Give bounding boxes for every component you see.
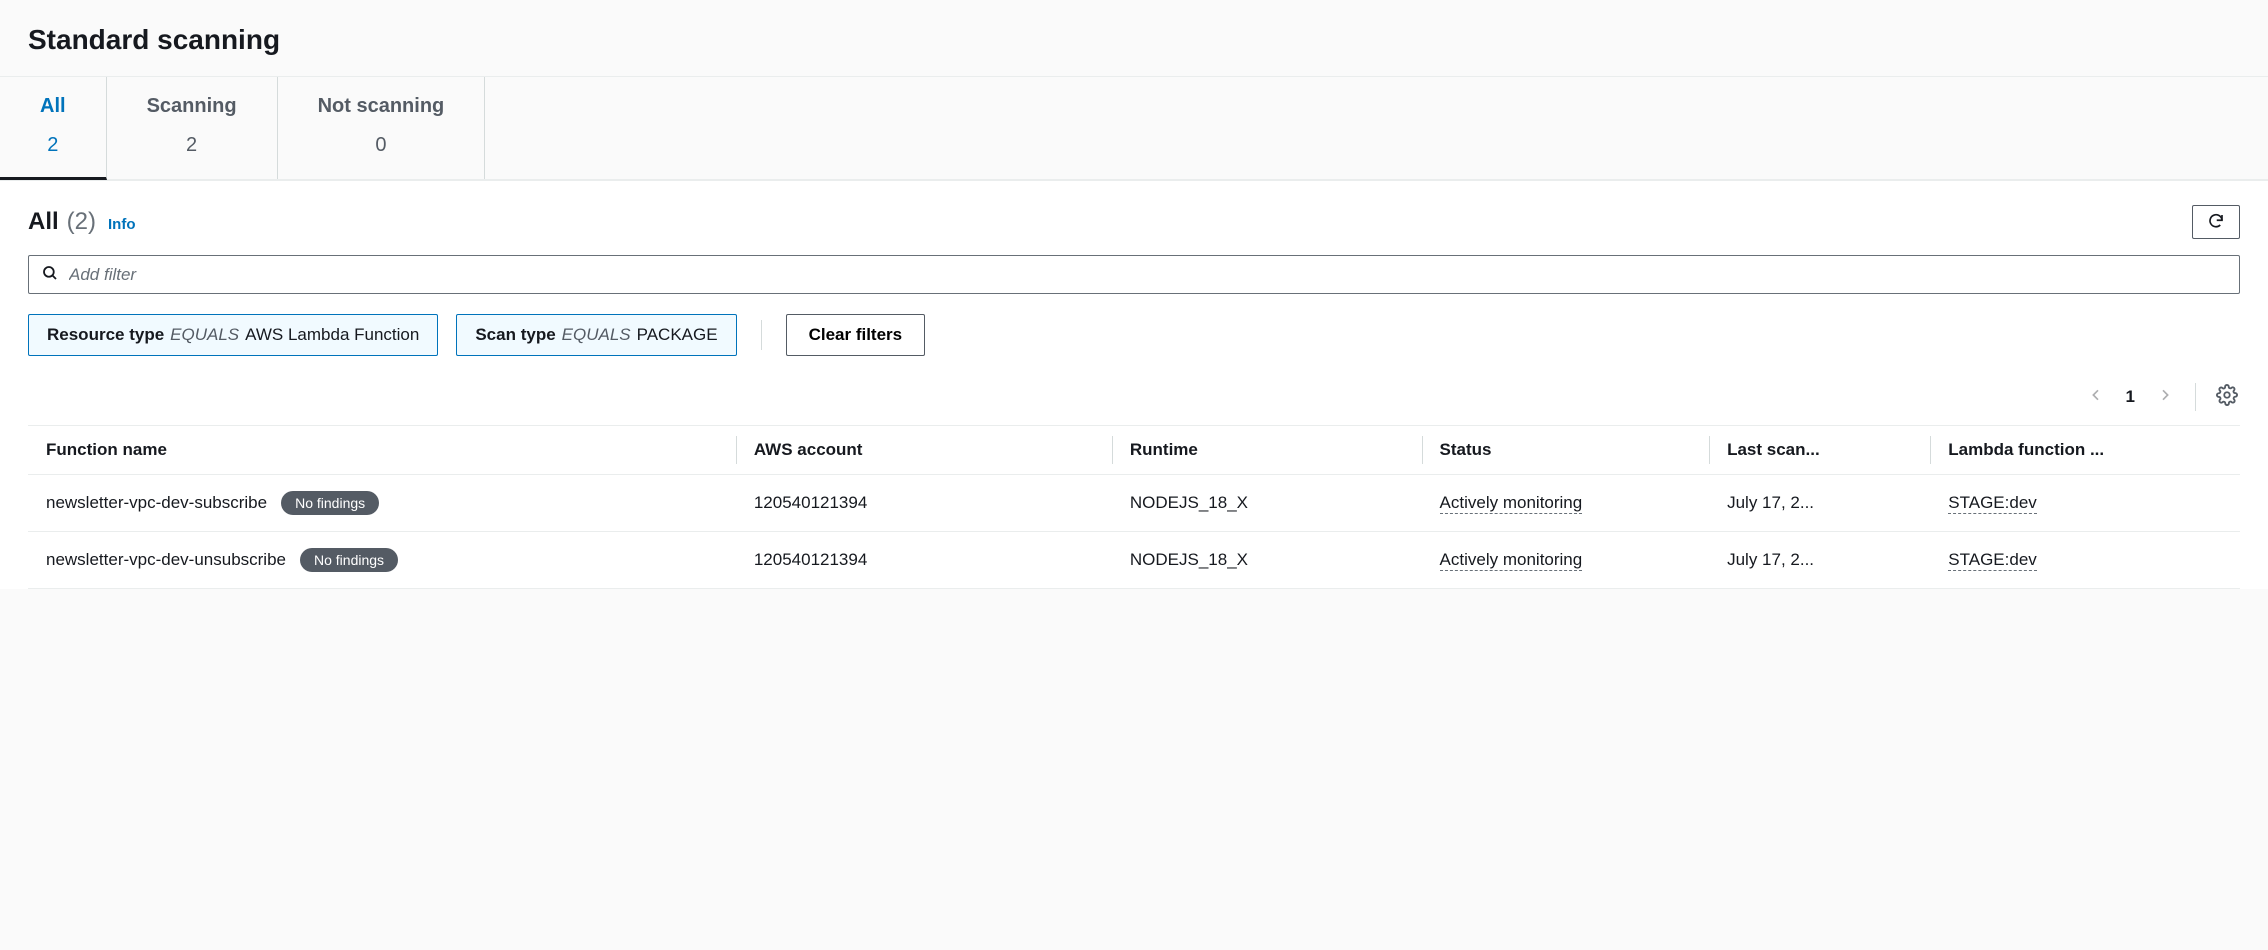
col-status[interactable]: Status [1422,426,1710,475]
content-panel: All (2) Info Resource type EQUALS AWS La… [0,180,2268,589]
tab-count: 2 [147,134,237,157]
filter-input-container[interactable] [28,255,2240,294]
tag-text: STAGE:dev [1948,493,2037,514]
filter-value: AWS Lambda Function [245,325,419,345]
page-header: Standard scanning [0,0,2268,77]
table-header-row: Function name AWS account Runtime Status… [28,426,2240,475]
info-link[interactable]: Info [108,216,136,233]
section-count: (2) [67,208,96,236]
page-number: 1 [2126,387,2135,407]
cell-runtime: NODEJS_18_X [1112,475,1422,532]
gear-icon [2216,384,2238,409]
table-row[interactable]: newsletter-vpc-dev-unsubscribe No findin… [28,532,2240,589]
section-header: All (2) Info [28,205,2240,239]
col-aws-account[interactable]: AWS account [736,426,1112,475]
tag-text: STAGE:dev [1948,550,2037,571]
filter-key: Scan type [475,325,555,345]
cell-tags: STAGE:dev [1930,475,2240,532]
refresh-icon [2207,212,2225,233]
search-icon [41,264,69,285]
cell-last-scan: July 17, 2... [1709,475,1930,532]
filter-key: Resource type [47,325,164,345]
function-name: newsletter-vpc-dev-unsubscribe [46,550,286,570]
divider [761,320,762,350]
filter-value: PACKAGE [637,325,718,345]
table-settings-button[interactable] [2214,382,2240,411]
section-title: All [28,208,59,236]
page-title: Standard scanning [28,24,2240,56]
status-text: Actively monitoring [1440,493,1583,514]
tab-count: 2 [40,134,66,157]
tab-count: 0 [318,134,445,157]
cell-account: 120540121394 [736,532,1112,589]
tab-label: Scanning [147,95,237,118]
filter-chip-scan-type[interactable]: Scan type EQUALS PACKAGE [456,314,736,356]
table-row[interactable]: newsletter-vpc-dev-subscribe No findings… [28,475,2240,532]
cell-status: Actively monitoring [1422,532,1710,589]
cell-function-name: newsletter-vpc-dev-unsubscribe No findin… [28,532,736,589]
status-tabs: All 2 Scanning 2 Not scanning 0 [0,77,2268,180]
function-name: newsletter-vpc-dev-subscribe [46,493,267,513]
cell-account: 120540121394 [736,475,1112,532]
col-function-name[interactable]: Function name [28,426,736,475]
tab-label: All [40,95,66,118]
findings-badge: No findings [281,491,379,515]
functions-table: Function name AWS account Runtime Status… [28,425,2240,589]
filter-operator: EQUALS [170,325,239,345]
filter-chips-row: Resource type EQUALS AWS Lambda Function… [28,314,2240,356]
chevron-right-icon [2157,387,2173,406]
pagination: 1 [28,376,2240,425]
findings-badge: No findings [300,548,398,572]
status-text: Actively monitoring [1440,550,1583,571]
prev-page-button[interactable] [2084,383,2108,410]
filter-operator: EQUALS [562,325,631,345]
tab-label: Not scanning [318,95,445,118]
tab-scanning[interactable]: Scanning 2 [107,77,278,179]
refresh-button[interactable] [2192,205,2240,239]
cell-runtime: NODEJS_18_X [1112,532,1422,589]
col-lambda-tags[interactable]: Lambda function ... [1930,426,2240,475]
tab-not-scanning[interactable]: Not scanning 0 [278,77,486,179]
cell-status: Actively monitoring [1422,475,1710,532]
col-last-scan[interactable]: Last scan... [1709,426,1930,475]
cell-tags: STAGE:dev [1930,532,2240,589]
cell-last-scan: July 17, 2... [1709,532,1930,589]
section-title-row: All (2) Info [28,208,136,236]
col-runtime[interactable]: Runtime [1112,426,1422,475]
filter-input[interactable] [69,265,2227,285]
filter-chip-resource-type[interactable]: Resource type EQUALS AWS Lambda Function [28,314,438,356]
cell-function-name: newsletter-vpc-dev-subscribe No findings [28,475,736,532]
tab-all[interactable]: All 2 [0,77,107,180]
divider [2195,383,2196,411]
chevron-left-icon [2088,387,2104,406]
next-page-button[interactable] [2153,383,2177,410]
clear-filters-button[interactable]: Clear filters [786,314,926,356]
